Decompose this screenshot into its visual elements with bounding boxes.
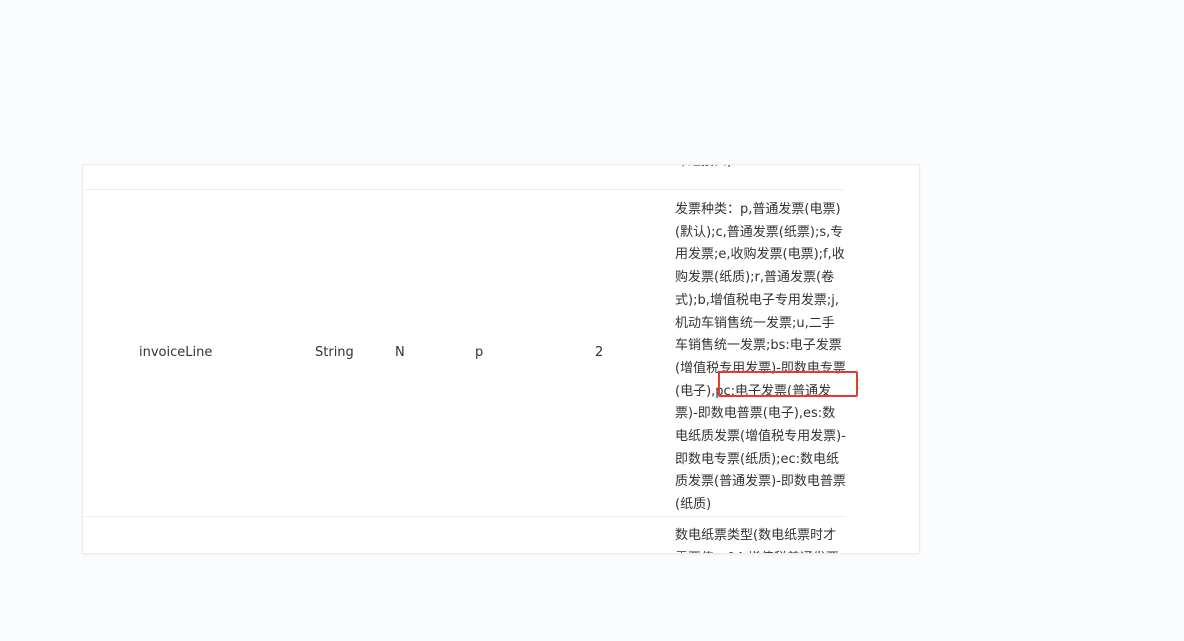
param-description: 冲红接口) bbox=[675, 165, 847, 174]
param-length: 2 bbox=[595, 345, 604, 360]
param-description: 发票种类：p,普通发票(电票)(默认);c,普通发票(纸票);s,专用发票;e,… bbox=[675, 202, 846, 513]
table-row: 数电纸票类型(数电纸票时才需要传：04:增值税普通发票 bbox=[83, 517, 845, 553]
document-panel: 冲红接口) invoiceLine String N p 2 发票种类：p,普通… bbox=[82, 164, 920, 554]
table-row: invoiceLine String N p 2 发票种类：p,普通发票(电票)… bbox=[83, 189, 846, 517]
param-description: 数电纸票类型(数电纸票时才需要传：04:增值税普通发票 bbox=[675, 528, 839, 553]
param-name: invoiceLine bbox=[139, 345, 213, 360]
table-row: 冲红接口) bbox=[83, 165, 847, 190]
param-required: N bbox=[395, 345, 405, 360]
param-default: p bbox=[475, 345, 484, 360]
param-type: String bbox=[315, 345, 354, 360]
